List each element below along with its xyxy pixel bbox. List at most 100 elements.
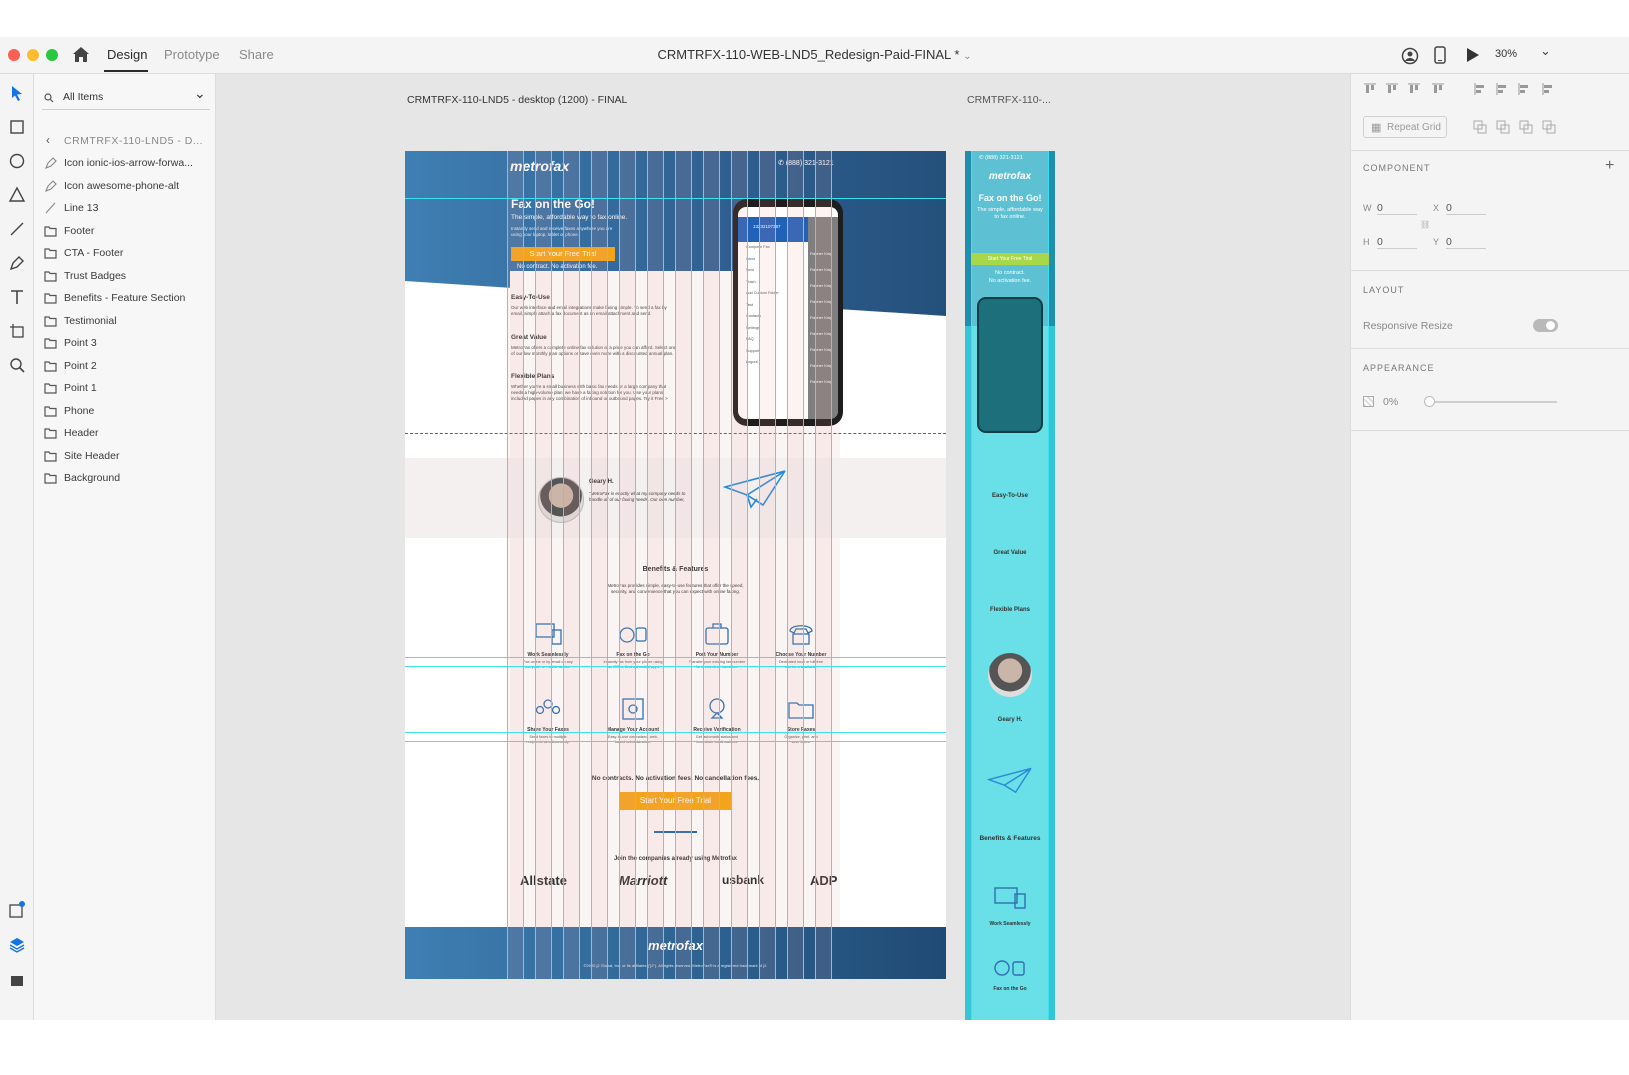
align-bottom-icon[interactable] bbox=[1407, 82, 1421, 96]
zoom-chevron-down-icon[interactable]: ⌄ bbox=[1540, 43, 1551, 59]
desktop-artboard[interactable]: metrofax ✆ (888) 321-3121 Fax on the Go!… bbox=[405, 151, 946, 979]
align-left-icon[interactable] bbox=[1473, 82, 1487, 96]
tab-share[interactable]: Share bbox=[239, 47, 274, 62]
folder-icon bbox=[44, 405, 57, 417]
repeat-grid-label: Repeat Grid bbox=[1387, 122, 1441, 133]
layer-row[interactable]: Icon awesome-phone-alt bbox=[44, 177, 214, 197]
artboard-label-mobile[interactable]: CRMTRFX-110-... bbox=[967, 94, 1051, 106]
lock-aspect-icon[interactable]: ⛓ bbox=[1420, 220, 1430, 229]
document-title[interactable]: CRMTRFX-110-WEB-LND5_Redesign-Paid-FINAL… bbox=[658, 47, 960, 62]
grid-column bbox=[535, 151, 552, 979]
artboard-label-desktop[interactable]: CRMTRFX-110-LND5 - desktop (1200) - FINA… bbox=[407, 94, 627, 106]
grid-row-guide bbox=[405, 198, 946, 199]
add-shape-icon[interactable] bbox=[1473, 120, 1487, 134]
folder-icon bbox=[44, 338, 57, 349]
home-icon[interactable] bbox=[72, 46, 90, 63]
align-middle-icon[interactable] bbox=[1385, 82, 1399, 96]
ellipse-tool-icon[interactable] bbox=[8, 152, 26, 170]
layer-row[interactable]: Point 2 bbox=[44, 357, 214, 377]
tab-prototype[interactable]: Prototype bbox=[164, 47, 220, 62]
add-component-button[interactable]: + bbox=[1605, 157, 1614, 175]
distribute-horizontal-icon[interactable] bbox=[1541, 82, 1555, 96]
rectangle-tool-icon[interactable] bbox=[8, 118, 26, 136]
chevron-down-icon[interactable]: ⌄ bbox=[963, 51, 971, 62]
exclude-shape-icon[interactable] bbox=[1542, 120, 1556, 134]
w-field[interactable]: 0 bbox=[1377, 202, 1417, 215]
layer-row[interactable]: Footer bbox=[44, 222, 214, 242]
layer-row[interactable]: Site Header bbox=[44, 447, 214, 467]
select-tool-icon[interactable] bbox=[8, 84, 26, 102]
layer-row[interactable]: Benefits - Feature Section bbox=[44, 289, 214, 309]
mobile-phone-number: ✆ (888) 321-3121 bbox=[979, 155, 1023, 161]
grid-column bbox=[815, 151, 832, 979]
device-preview-icon[interactable] bbox=[1434, 46, 1446, 64]
layers-icon[interactable] bbox=[8, 936, 26, 954]
grid-column bbox=[759, 151, 776, 979]
zoom-window-button[interactable] bbox=[46, 49, 58, 61]
mobile-cta-button[interactable]: Start Your Free Trial bbox=[971, 253, 1049, 265]
path-icon bbox=[45, 179, 57, 192]
opacity-slider-track[interactable] bbox=[1429, 401, 1557, 403]
component-section-title: COMPONENT bbox=[1363, 163, 1431, 173]
layer-row[interactable]: Line 13 bbox=[44, 199, 214, 219]
path-icon bbox=[45, 157, 57, 169]
folder-icon bbox=[44, 225, 57, 237]
grid-column bbox=[675, 151, 692, 979]
layer-filter[interactable]: All Items ⌄ bbox=[42, 85, 210, 110]
chevron-left-icon[interactable]: ‹ bbox=[46, 133, 50, 147]
layer-back[interactable]: ‹ CRMTRFX-110-LND5 - D... bbox=[44, 132, 214, 152]
opacity-slider-handle[interactable] bbox=[1424, 396, 1435, 407]
design-canvas[interactable]: CRMTRFX-110-LND5 - desktop (1200) - FINA… bbox=[216, 74, 1350, 1020]
line-tool-icon[interactable] bbox=[8, 220, 26, 238]
plugins-icon[interactable] bbox=[8, 971, 26, 989]
layer-row[interactable]: CTA - Footer bbox=[44, 244, 214, 264]
close-window-button[interactable] bbox=[8, 49, 20, 61]
grid-row-guide bbox=[405, 657, 946, 658]
layer-row[interactable]: Phone bbox=[44, 402, 214, 422]
grid-column bbox=[619, 151, 636, 979]
layout-section-title: LAYOUT bbox=[1363, 285, 1405, 295]
grid-column bbox=[703, 151, 720, 979]
responsive-resize-toggle[interactable] bbox=[1533, 319, 1558, 332]
folder-icon bbox=[44, 473, 57, 484]
user-icon[interactable] bbox=[1401, 47, 1419, 65]
play-icon[interactable] bbox=[1466, 47, 1480, 63]
opacity-value[interactable]: 0% bbox=[1383, 396, 1398, 408]
minimize-window-button[interactable] bbox=[27, 49, 39, 61]
y-field[interactable]: 0 bbox=[1446, 236, 1486, 249]
align-center-icon[interactable] bbox=[1495, 82, 1509, 96]
layer-row[interactable]: Background bbox=[44, 469, 214, 489]
tool-rail bbox=[0, 74, 34, 1020]
layer-row[interactable]: Header bbox=[44, 424, 214, 444]
artboard-tool-icon[interactable] bbox=[8, 322, 26, 340]
assets-icon[interactable] bbox=[8, 901, 26, 919]
zoom-tool-icon[interactable] bbox=[8, 356, 26, 374]
mobile-testimonial-name: Geary H. bbox=[997, 717, 1023, 723]
align-top-icon[interactable] bbox=[1363, 82, 1377, 96]
mobile-phone-mockup bbox=[977, 297, 1043, 433]
layer-row[interactable]: Trust Badges bbox=[44, 267, 214, 287]
filter-chevron-down-icon[interactable]: ⌄ bbox=[194, 85, 206, 102]
align-right-icon[interactable] bbox=[1517, 82, 1531, 96]
subtract-shape-icon[interactable] bbox=[1496, 120, 1510, 134]
tab-design[interactable]: Design bbox=[107, 47, 147, 62]
opacity-icon bbox=[1363, 396, 1374, 407]
repeat-grid-button[interactable]: ▦ Repeat Grid bbox=[1363, 116, 1447, 138]
layer-row[interactable]: Point 3 bbox=[44, 334, 214, 354]
layer-row[interactable]: Point 1 bbox=[44, 379, 214, 399]
zoom-level[interactable]: 30% bbox=[1495, 48, 1517, 60]
pen-tool-icon[interactable] bbox=[8, 254, 26, 272]
layer-row[interactable]: Icon ionic-ios-arrow-forwa... bbox=[44, 154, 214, 174]
h-field[interactable]: 0 bbox=[1377, 236, 1417, 249]
triangle-tool-icon[interactable] bbox=[8, 186, 26, 204]
layer-row[interactable]: Testimonial bbox=[44, 312, 214, 332]
phone-menu-item: Settings bbox=[746, 325, 760, 330]
mobile-point-title: Great Value bbox=[993, 550, 1027, 556]
intersect-shape-icon[interactable] bbox=[1519, 120, 1533, 134]
distribute-vertical-icon[interactable] bbox=[1431, 82, 1445, 96]
x-field[interactable]: 0 bbox=[1446, 202, 1486, 215]
folder-icon bbox=[44, 270, 57, 282]
text-tool-icon[interactable] bbox=[8, 288, 26, 306]
layer-label: Header bbox=[64, 427, 99, 439]
mobile-artboard[interactable]: ✆ (888) 321-3121 metrofax Fax on the Go!… bbox=[965, 151, 1055, 1020]
